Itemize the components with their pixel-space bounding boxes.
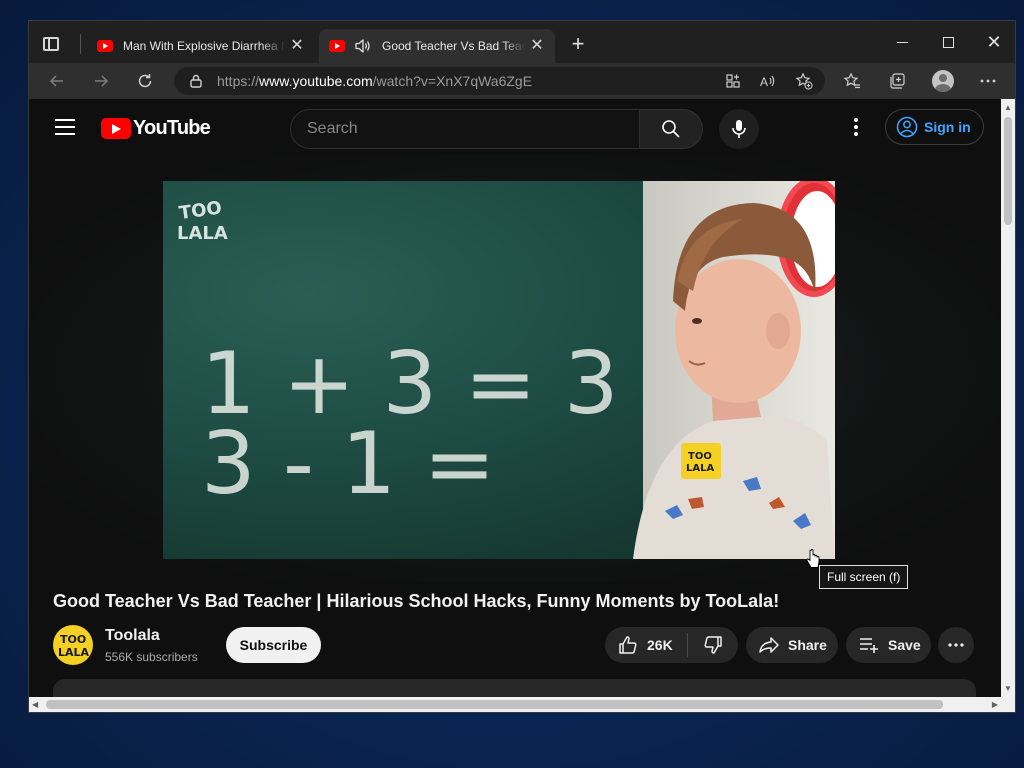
share-label: Share	[788, 637, 827, 653]
collections-icon[interactable]	[887, 71, 907, 91]
maximize-button[interactable]	[925, 29, 971, 55]
refresh-icon[interactable]	[135, 71, 155, 91]
app-available-icon[interactable]	[724, 72, 742, 90]
save-label: Save	[888, 637, 921, 653]
close-window-button[interactable]: ✕	[971, 29, 1015, 55]
like-dislike-group: 26K	[605, 627, 738, 663]
svg-text:TOO: TOO	[60, 633, 86, 646]
vertical-scrollbar[interactable]: ▲ ▼	[1001, 99, 1015, 697]
scroll-right-arrow-icon[interactable]: ▶	[992, 700, 998, 709]
fullscreen-tooltip: Full screen (f)	[819, 565, 909, 589]
forward-icon[interactable]	[91, 71, 111, 91]
svg-text:A: A	[760, 75, 768, 89]
tab-close-icon[interactable]: ✕	[289, 38, 305, 54]
add-favorite-icon[interactable]	[795, 72, 813, 90]
lock-icon[interactable]	[188, 73, 204, 89]
speaker-icon[interactable]	[354, 37, 372, 55]
address-bar[interactable]: https://www.youtube.com/watch?v=XnX7qWa6…	[174, 67, 825, 95]
account-circle-icon	[896, 116, 918, 138]
playlist-add-icon	[860, 638, 878, 653]
board-equation-2: 3 - 1 =	[201, 414, 496, 514]
browser-window: Man With Explosive Diarrhea Meets Other …	[28, 20, 1016, 713]
url-host: www.youtube.com	[259, 73, 373, 89]
avatar	[932, 70, 954, 92]
dislike-button[interactable]	[688, 627, 738, 663]
close-icon: ✕	[986, 32, 1002, 52]
save-button[interactable]: Save	[846, 627, 931, 663]
vertical-scroll-thumb[interactable]	[1004, 117, 1012, 225]
tab-title: Good Teacher Vs Bad Teacher | Hilarious …	[382, 39, 525, 53]
back-icon[interactable]	[47, 71, 67, 91]
search-box[interactable]	[290, 109, 640, 149]
more-actions-button[interactable]	[938, 627, 974, 663]
new-tab-icon[interactable]: +	[568, 33, 588, 55]
youtube-logo-icon	[101, 118, 131, 139]
url-text[interactable]: https://www.youtube.com/watch?v=XnX7qWa6…	[217, 73, 532, 89]
search-button[interactable]	[639, 109, 703, 149]
youtube-header: YouTube Sign in	[29, 99, 1001, 155]
hand-cursor-icon	[806, 549, 820, 568]
page-viewport: YouTube Sign in 1 + 3 = 3 3 - 1 =	[29, 99, 1001, 697]
search-input[interactable]	[291, 110, 639, 148]
tab-diarrhea-video[interactable]: Man With Explosive Diarrhea Meets Other …	[87, 29, 315, 63]
youtube-logo[interactable]: YouTube	[101, 117, 211, 140]
channel-avatar[interactable]: TOO LALA	[53, 625, 93, 665]
more-options-icon[interactable]	[844, 115, 868, 139]
svg-text:TOO: TOO	[688, 451, 712, 462]
description-box[interactable]	[53, 679, 976, 697]
subscriber-count: 556K subscribers	[105, 650, 198, 664]
channel-watermark-badge[interactable]: TOO LALA	[681, 443, 721, 479]
maximize-icon	[942, 36, 954, 48]
tab-teacher-video[interactable]: Good Teacher Vs Bad Teacher | Hilarious …	[319, 29, 555, 63]
subscribe-button[interactable]: Subscribe	[226, 627, 321, 663]
like-button[interactable]: 26K	[605, 627, 687, 663]
microphone-icon	[732, 120, 746, 138]
scroll-up-arrow-icon[interactable]: ▲	[1004, 103, 1012, 112]
toolala-watermark-logo: TOO LALA	[175, 197, 233, 245]
tab-close-icon[interactable]: ✕	[529, 38, 545, 54]
more-horizontal-icon	[948, 643, 964, 647]
video-title: Good Teacher Vs Bad Teacher | Hilarious …	[53, 591, 780, 611]
minimize-icon	[896, 41, 908, 43]
tab-separator	[80, 34, 81, 54]
youtube-logo-text: YouTube	[133, 117, 211, 139]
hamburger-menu-icon[interactable]	[55, 119, 75, 135]
scroll-down-arrow-icon[interactable]: ▼	[1004, 684, 1012, 693]
child-figure	[633, 203, 835, 559]
scroll-left-arrow-icon[interactable]: ◀	[32, 700, 38, 709]
tab-actions-icon[interactable]	[43, 37, 59, 51]
thumbs-up-icon	[619, 636, 637, 654]
svg-text:LALA: LALA	[58, 646, 90, 659]
scrollbar-corner	[1001, 697, 1015, 712]
browser-toolbar: https://www.youtube.com/watch?v=XnX7qWa6…	[29, 63, 1015, 99]
horizontal-scrollbar[interactable]: ◀ ▶	[29, 697, 1001, 712]
share-button[interactable]: Share	[746, 627, 838, 663]
settings-more-icon[interactable]	[978, 71, 998, 91]
youtube-favicon-icon	[329, 40, 345, 52]
url-scheme: https://	[217, 73, 260, 89]
svg-text:TOO: TOO	[178, 197, 223, 224]
read-aloud-icon[interactable]: A	[759, 72, 777, 90]
horizontal-scroll-thumb[interactable]	[46, 700, 943, 709]
youtube-favicon-icon	[97, 40, 113, 52]
voice-search-button[interactable]	[719, 109, 759, 149]
svg-text:LALA: LALA	[686, 463, 714, 474]
url-path: /watch?v=XnX7qWa6ZgE	[372, 73, 533, 89]
svg-text:LALA: LALA	[177, 223, 228, 244]
tab-strip: Man With Explosive Diarrhea Meets Other …	[29, 21, 1015, 63]
sign-in-button[interactable]: Sign in	[885, 109, 984, 145]
thumbs-down-icon	[704, 636, 722, 654]
tab-title: Man With Explosive Diarrhea Meets Other …	[123, 39, 285, 53]
sign-in-label: Sign in	[924, 119, 971, 135]
share-icon	[759, 637, 779, 653]
search-icon	[662, 120, 680, 138]
favorites-icon[interactable]	[842, 71, 862, 91]
video-player[interactable]: 1 + 3 = 3 3 - 1 = TOO LALA	[163, 181, 835, 559]
profile-icon[interactable]	[931, 69, 955, 93]
channel-name[interactable]: Toolala	[105, 627, 160, 645]
minimize-button[interactable]	[879, 29, 925, 55]
like-count: 26K	[647, 637, 673, 653]
